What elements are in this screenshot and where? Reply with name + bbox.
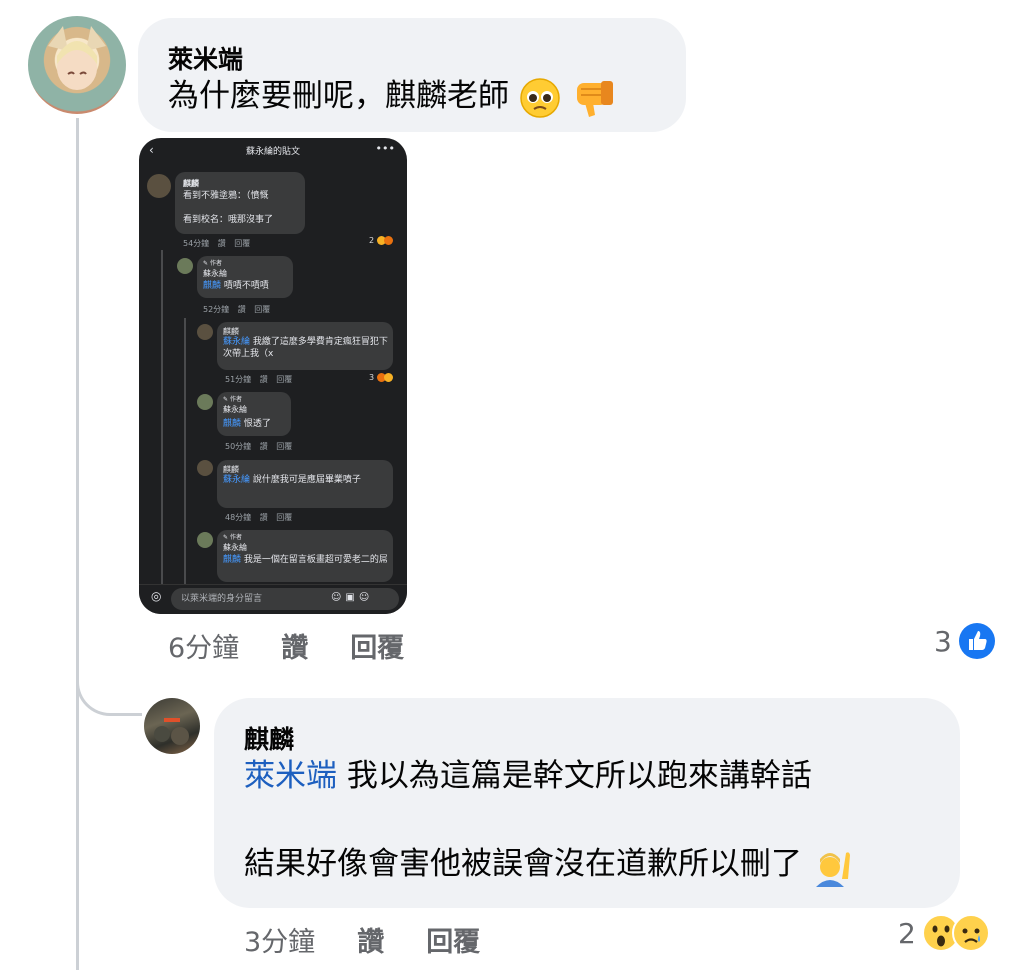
screenshot-more-icon: ••• xyxy=(375,142,395,155)
comment-time[interactable]: 6分鐘 xyxy=(168,626,239,665)
screenshot-avatar xyxy=(177,258,193,274)
screenshot-comment-name: 蘇永綸 xyxy=(203,269,227,278)
screenshot-comment-bubble: 麒麟 蘇永綸 我繳了這麼多學費肯定瘋狂冒犯下次帶上我（x xyxy=(217,322,393,370)
screenshot-thread-line xyxy=(161,250,163,614)
reaction-count: 2 xyxy=(898,916,916,950)
screenshot-comment-text: 蘇永綸 我繳了這麼多學費肯定瘋狂冒犯下次帶上我（x xyxy=(223,337,388,359)
comment-text-line: 萊米端 我以為這篇是幹文所以跑來講幹話 xyxy=(244,754,812,798)
screenshot-comment-text: 麒麟 我是一個在留言板畫超可愛老二的屌 xyxy=(223,555,388,565)
comment-text: 我以為這篇是幹文所以跑來講幹話 xyxy=(346,758,812,794)
comment-author[interactable]: 麒麟 xyxy=(244,720,294,756)
screenshot-react-count: 2 xyxy=(369,236,375,245)
screenshot-comment-text: 麒麟 恨透了 xyxy=(223,419,271,429)
screenshot-comment-name: 蘇永綸 xyxy=(223,543,247,552)
like-icon xyxy=(958,623,995,659)
avatar-illustration xyxy=(48,26,106,90)
reply-button[interactable]: 回覆 xyxy=(350,626,404,665)
screenshot-avatar xyxy=(197,532,213,548)
avatar[interactable] xyxy=(144,698,200,754)
like-button[interactable]: 讚 xyxy=(357,920,384,959)
comment-text: 結果好像會害他被誤會沒在道歉所以刪了 xyxy=(244,846,802,882)
screenshot-avatar xyxy=(197,460,213,476)
screenshot-header-title: 蘇永綸的貼文 xyxy=(245,147,300,157)
screenshot-camera-icon: ◎ xyxy=(151,589,162,603)
screenshot-avatar xyxy=(147,174,171,198)
screenshot-comment-text: 看到不雅塗鴉：（憤慨 xyxy=(183,191,269,201)
screenshot-comment-name: 麒麟 xyxy=(183,179,199,188)
avatar[interactable] xyxy=(28,16,126,114)
screenshot-react-icon xyxy=(384,236,393,245)
screenshot-comment-text: 麒麟 嘖嘖不嘖嘖 xyxy=(203,281,269,291)
mention-link[interactable]: 萊米端 xyxy=(244,758,337,794)
screenshot-react-count: 3 xyxy=(369,373,375,382)
reaction-count: 3 xyxy=(934,624,952,658)
comment-text-line: 結果好像會害他被誤會沒在道歉所以刪了 xyxy=(244,842,854,887)
thumbs-down-icon xyxy=(576,80,613,117)
thread-branch xyxy=(76,660,142,716)
comment-time[interactable]: 3分鐘 xyxy=(244,920,315,959)
reaction-summary[interactable]: 2 xyxy=(898,914,990,952)
screenshot-comment-meta: 50分鐘 讚 回覆 xyxy=(225,442,293,451)
screenshot-comment-meta: 51分鐘 讚 回覆 xyxy=(225,375,293,384)
comment-text-row: 為什麼要刪呢，麒麟老師 xyxy=(168,74,617,119)
screenshot-input-field: 以萊米端的身分留言 ☺▣☺ xyxy=(171,588,399,610)
screenshot-react-icon xyxy=(384,373,393,382)
screenshot-comment-bubble: 麒麟 看到不雅塗鴉：（憤慨 看到校名：哦那沒事了 xyxy=(175,172,305,234)
attached-screenshot[interactable]: ‹ 蘇永綸的貼文 ••• 麒麟 看到不雅塗鴉：（憤慨 看到校名：哦那沒事了 54… xyxy=(139,138,407,614)
screenshot-thread-line xyxy=(184,318,186,614)
screenshot-comment-text: 看到校名：哦那沒事了 xyxy=(183,215,274,225)
comment-bubble: 麒麟 萊米端 我以為這篇是幹文所以跑來講幹話 結果好像會害他被誤會沒在道歉所以刪… xyxy=(214,698,960,908)
sad-icon xyxy=(951,914,990,952)
reaction-summary[interactable]: 3 xyxy=(934,622,996,660)
screenshot-comment-meta: 54分鐘 讚 回覆 xyxy=(183,239,251,248)
screenshot-comment-name: 蘇永綸 xyxy=(223,405,247,414)
comment-meta: 3分鐘 讚 回覆 xyxy=(244,920,480,959)
screenshot-input-placeholder: 以萊米端的身分留言 xyxy=(181,594,263,604)
screenshot-comment-bubble: ✎ 作者 蘇永綸 麒麟 我是一個在留言板畫超可愛老二的屌 xyxy=(217,530,393,582)
comment-text: 為什麼要刪呢，麒麟老師 xyxy=(168,78,509,114)
screenshot-avatar xyxy=(197,324,213,340)
screenshot-input-icons: ☺▣☺ xyxy=(331,592,374,603)
avatar-illustration xyxy=(154,718,189,745)
screenshot-comment-bubble: ✎ 作者 蘇永綸 麒麟 恨透了 xyxy=(217,392,291,436)
pleading-face-icon xyxy=(520,77,560,118)
screenshot-comment-bubble: ✎ 作者 蘇永綸 麒麟 嘖嘖不嘖嘖 xyxy=(197,256,293,298)
thread-line xyxy=(76,118,79,970)
reply-button[interactable]: 回覆 xyxy=(426,920,480,959)
comment-author[interactable]: 萊米端 xyxy=(168,40,243,76)
person-raising-hand-icon xyxy=(815,851,850,887)
like-button[interactable]: 讚 xyxy=(281,626,308,665)
screenshot-comment-text: 蘇永綸 說什麼我可是應屆畢業噴子 xyxy=(223,475,361,485)
comment-meta: 6分鐘 讚 回覆 xyxy=(168,626,404,665)
screenshot-comment-bubble: 麒麟 蘇永綸 說什麼我可是應屆畢業噴子 xyxy=(217,460,393,508)
comment-bubble: 萊米端 為什麼要刪呢，麒麟老師 xyxy=(138,18,686,132)
screenshot-avatar xyxy=(197,394,213,410)
screenshot-comment-meta: 52分鐘 讚 回覆 xyxy=(203,305,271,314)
screenshot-comment-meta: 48分鐘 讚 回覆 xyxy=(225,513,293,522)
